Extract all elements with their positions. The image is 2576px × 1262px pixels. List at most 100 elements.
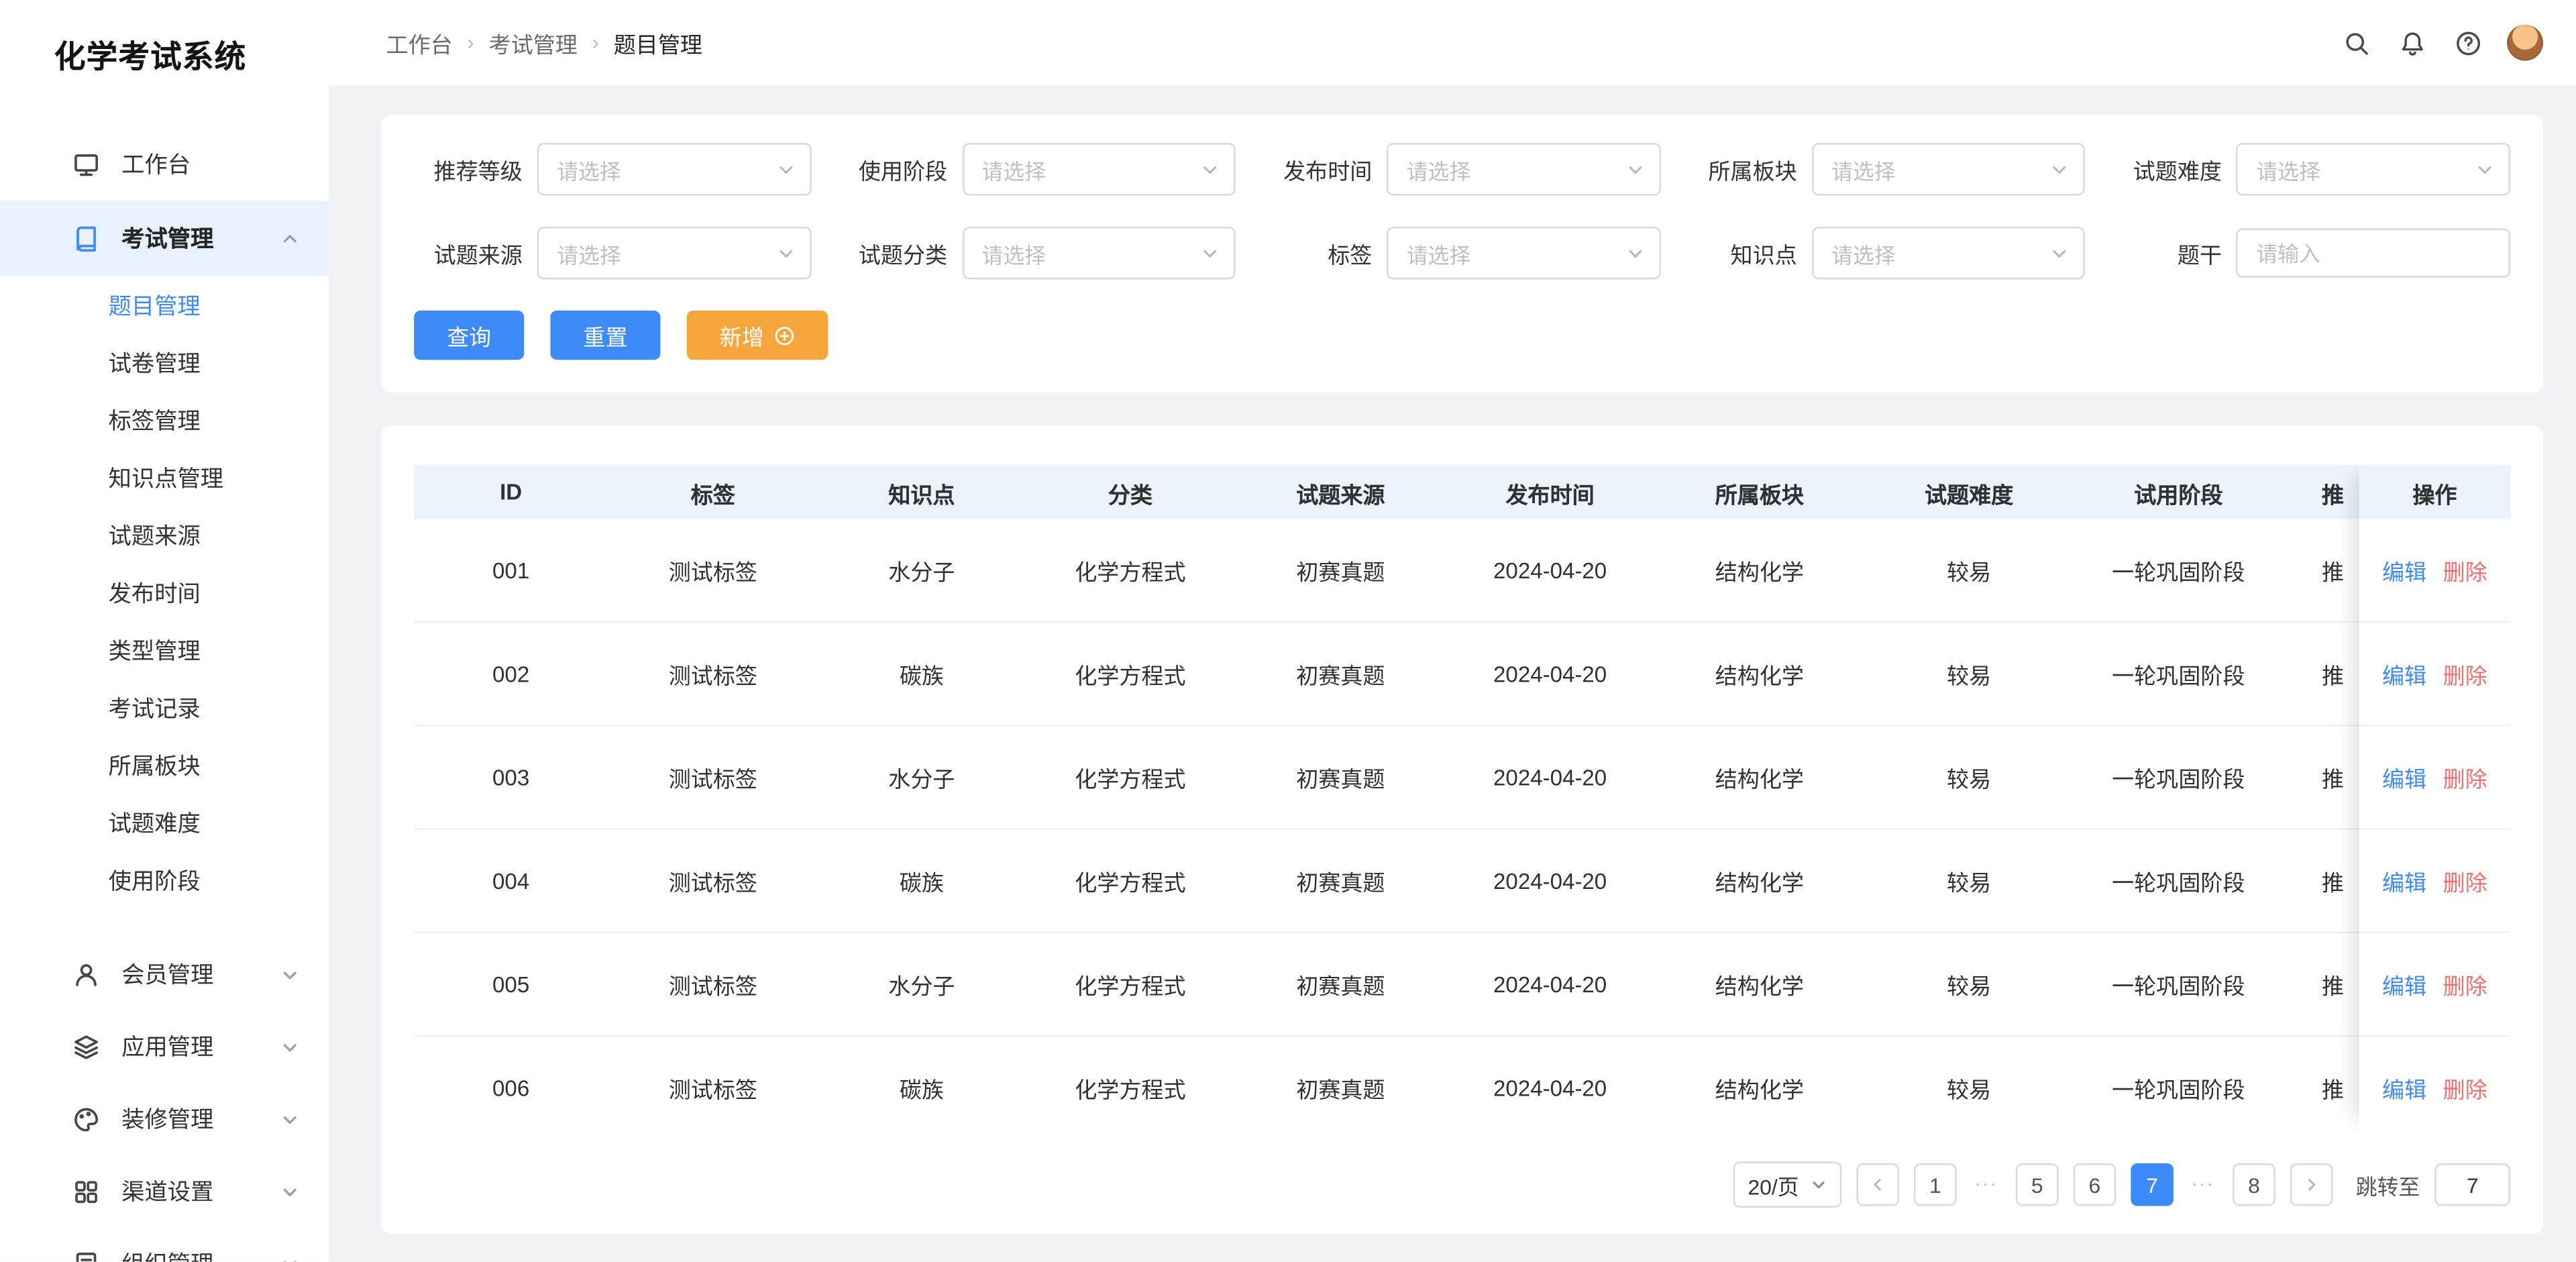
- sidebar-subitem[interactable]: 试卷管理: [0, 333, 329, 391]
- cell-stage: 一轮巩固阶段: [2112, 974, 2245, 999]
- edit-link[interactable]: 编辑: [2382, 1071, 2426, 1104]
- sidebar-item-exam-management[interactable]: 考试管理: [0, 200, 329, 276]
- column-header: 标签: [690, 482, 735, 507]
- table-base: ID 标签 知识点 分类 试题来源 发布时间 所属板块 试题难度 试用阶段推 001 测试标签 水分子…: [414, 465, 2510, 1130]
- chevron-down-icon: [2051, 244, 2069, 262]
- cell-publish: 2024-04-20: [1493, 1075, 1607, 1100]
- sidebar-subitem[interactable]: 知识点管理: [0, 449, 329, 507]
- filter-field: 试题分类 请选择: [839, 226, 1236, 280]
- bell-icon[interactable]: [2396, 26, 2428, 59]
- select-placeholder: 请选择: [981, 158, 1046, 184]
- filter-field: 试题来源 请选择: [414, 226, 811, 280]
- sidebar-item-org-management[interactable]: 组织管理: [0, 1227, 329, 1262]
- sidebar-item-decoration-management[interactable]: 装修管理: [0, 1083, 329, 1155]
- sidebar-subitem[interactable]: 考试记录: [0, 678, 329, 736]
- delete-link[interactable]: 删除: [2443, 554, 2487, 586]
- filter-select-8[interactable]: 请选择: [1811, 226, 2086, 280]
- sidebar-item-label: 应用管理: [121, 1033, 214, 1060]
- table-panel: ID 标签 知识点 分类 试题来源 发布时间 所属板块 试题难度 试用阶段推 001 测试标签 水分子…: [381, 425, 2544, 1234]
- filter-select-7[interactable]: 请选择: [1387, 226, 1661, 280]
- sidebar-item-workbench[interactable]: 工作台: [0, 128, 329, 201]
- filter-select-0[interactable]: 请选择: [537, 143, 811, 196]
- cell-tag: 测试标签: [668, 767, 757, 792]
- cell-knowledge: 水分子: [888, 560, 955, 585]
- cell-id: 001: [492, 558, 530, 583]
- sidebar-subitem[interactable]: 标签管理: [0, 391, 329, 449]
- column-header: 试题难度: [1924, 482, 2014, 507]
- help-icon[interactable]: [2451, 26, 2484, 59]
- delete-link[interactable]: 删除: [2443, 1071, 2487, 1104]
- filter-select-3[interactable]: 请选择: [1811, 143, 2086, 196]
- select-placeholder: 请选择: [981, 242, 1046, 267]
- sidebar-subitem[interactable]: 题目管理: [0, 276, 329, 333]
- search-icon[interactable]: [2339, 26, 2372, 59]
- cell-source: 初赛真题: [1296, 1077, 1385, 1103]
- cell-category: 化学方程式: [1075, 560, 1186, 585]
- filter-field: 推荐等级 请选择: [414, 143, 811, 196]
- cell-category: 化学方程式: [1075, 870, 1186, 896]
- filter-select-2[interactable]: 请选择: [1387, 143, 1661, 196]
- page-button-6[interactable]: 6: [2073, 1163, 2116, 1206]
- reset-button[interactable]: 重置: [550, 310, 661, 360]
- book-icon: [72, 224, 101, 252]
- cell-source: 初赛真题: [1296, 664, 1385, 689]
- edit-link[interactable]: 编辑: [2382, 864, 2426, 897]
- sidebar-subitem[interactable]: 发布时间: [0, 564, 329, 621]
- sidebar-subitem[interactable]: 试题来源: [0, 506, 329, 564]
- delete-link[interactable]: 删除: [2443, 761, 2487, 794]
- filter-select-5[interactable]: 请选择: [537, 226, 811, 280]
- add-button[interactable]: 新增: [686, 310, 828, 360]
- cell-publish: 2024-04-20: [1493, 971, 1607, 997]
- filter-select-6[interactable]: 请选择: [962, 226, 1236, 280]
- table-row: 006 测试标签 碳族 化学方程式 初赛真题 2024-04-20 结构化学 较易 一轮巩固阶段…: [414, 1037, 2382, 1130]
- delete-link[interactable]: 删除: [2443, 658, 2487, 690]
- delete-link[interactable]: 删除: [2443, 967, 2487, 1000]
- select-placeholder: 请选择: [1831, 242, 1896, 267]
- sidebar-subitem[interactable]: 类型管理: [0, 621, 329, 679]
- chevron-down-icon: [1626, 244, 1644, 262]
- cell-category: 化学方程式: [1075, 767, 1186, 792]
- edit-link[interactable]: 编辑: [2382, 761, 2426, 794]
- next-page-button[interactable]: [2290, 1163, 2333, 1206]
- sidebar-item-app-management[interactable]: 应用管理: [0, 1010, 329, 1083]
- cell-section: 结构化学: [1715, 664, 1804, 689]
- avatar[interactable]: [2507, 24, 2544, 61]
- select-placeholder: 请选择: [1406, 242, 1471, 267]
- cell-tag: 测试标签: [668, 560, 757, 585]
- delete-link[interactable]: 删除: [2443, 864, 2487, 897]
- table-row: 003 测试标签 水分子 化学方程式 初赛真题 2024-04-20 结构化学 较易 一轮巩固阶…: [414, 726, 2383, 830]
- topbar-icons: [2339, 24, 2544, 61]
- breadcrumb-workbench[interactable]: 工作台: [386, 26, 453, 59]
- page-button-8[interactable]: 8: [2233, 1163, 2275, 1206]
- filter-input-9[interactable]: [2237, 228, 2511, 278]
- prev-page-button[interactable]: [1856, 1163, 1899, 1206]
- sidebar-subitem[interactable]: 所属板块: [0, 736, 329, 794]
- sidebar-item-channel-settings[interactable]: 渠道设置: [0, 1155, 329, 1228]
- cell-difficulty: 较易: [1947, 664, 1992, 689]
- jump-page-input[interactable]: [2434, 1163, 2511, 1206]
- page-button-1[interactable]: 1: [1914, 1163, 1957, 1206]
- filter-select-4[interactable]: 请选择: [2237, 143, 2511, 196]
- chevron-down-icon: [281, 1110, 299, 1128]
- topbar: 工作台 › 考试管理 › 题目管理: [328, 0, 2576, 86]
- sidebar-subitem[interactable]: 使用阶段: [0, 851, 329, 909]
- page-size-select[interactable]: 20/页: [1733, 1161, 1842, 1208]
- filter-field: 试题难度 请选择: [2113, 143, 2511, 196]
- edit-link[interactable]: 编辑: [2382, 658, 2426, 690]
- content: 推荐等级 请选择 使用阶段 请选择 发布时间 请选择 所属板块 请选择 试题难度 请选择 试题来源请…: [329, 85, 2576, 1261]
- page-ellipsis: ···: [1974, 1175, 1998, 1195]
- sidebar-item-member-management[interactable]: 会员管理: [0, 938, 329, 1010]
- breadcrumb: 工作台 › 考试管理 › 题目管理: [386, 26, 702, 59]
- sidebar-item-label: 装修管理: [121, 1106, 214, 1133]
- cell-source: 初赛真题: [1296, 560, 1385, 585]
- cell-difficulty: 较易: [1947, 560, 1992, 585]
- sidebar-subitem[interactable]: 试题难度: [0, 794, 329, 851]
- page-button-5[interactable]: 5: [2015, 1163, 2059, 1206]
- query-button[interactable]: 查询: [414, 310, 525, 360]
- column-header: 试用阶段: [2134, 482, 2223, 507]
- page-button-7[interactable]: 7: [2131, 1163, 2174, 1206]
- edit-link[interactable]: 编辑: [2382, 967, 2426, 1000]
- edit-link[interactable]: 编辑: [2382, 554, 2426, 586]
- breadcrumb-exam-management[interactable]: 考试管理: [489, 26, 578, 59]
- filter-select-1[interactable]: 请选择: [962, 143, 1236, 196]
